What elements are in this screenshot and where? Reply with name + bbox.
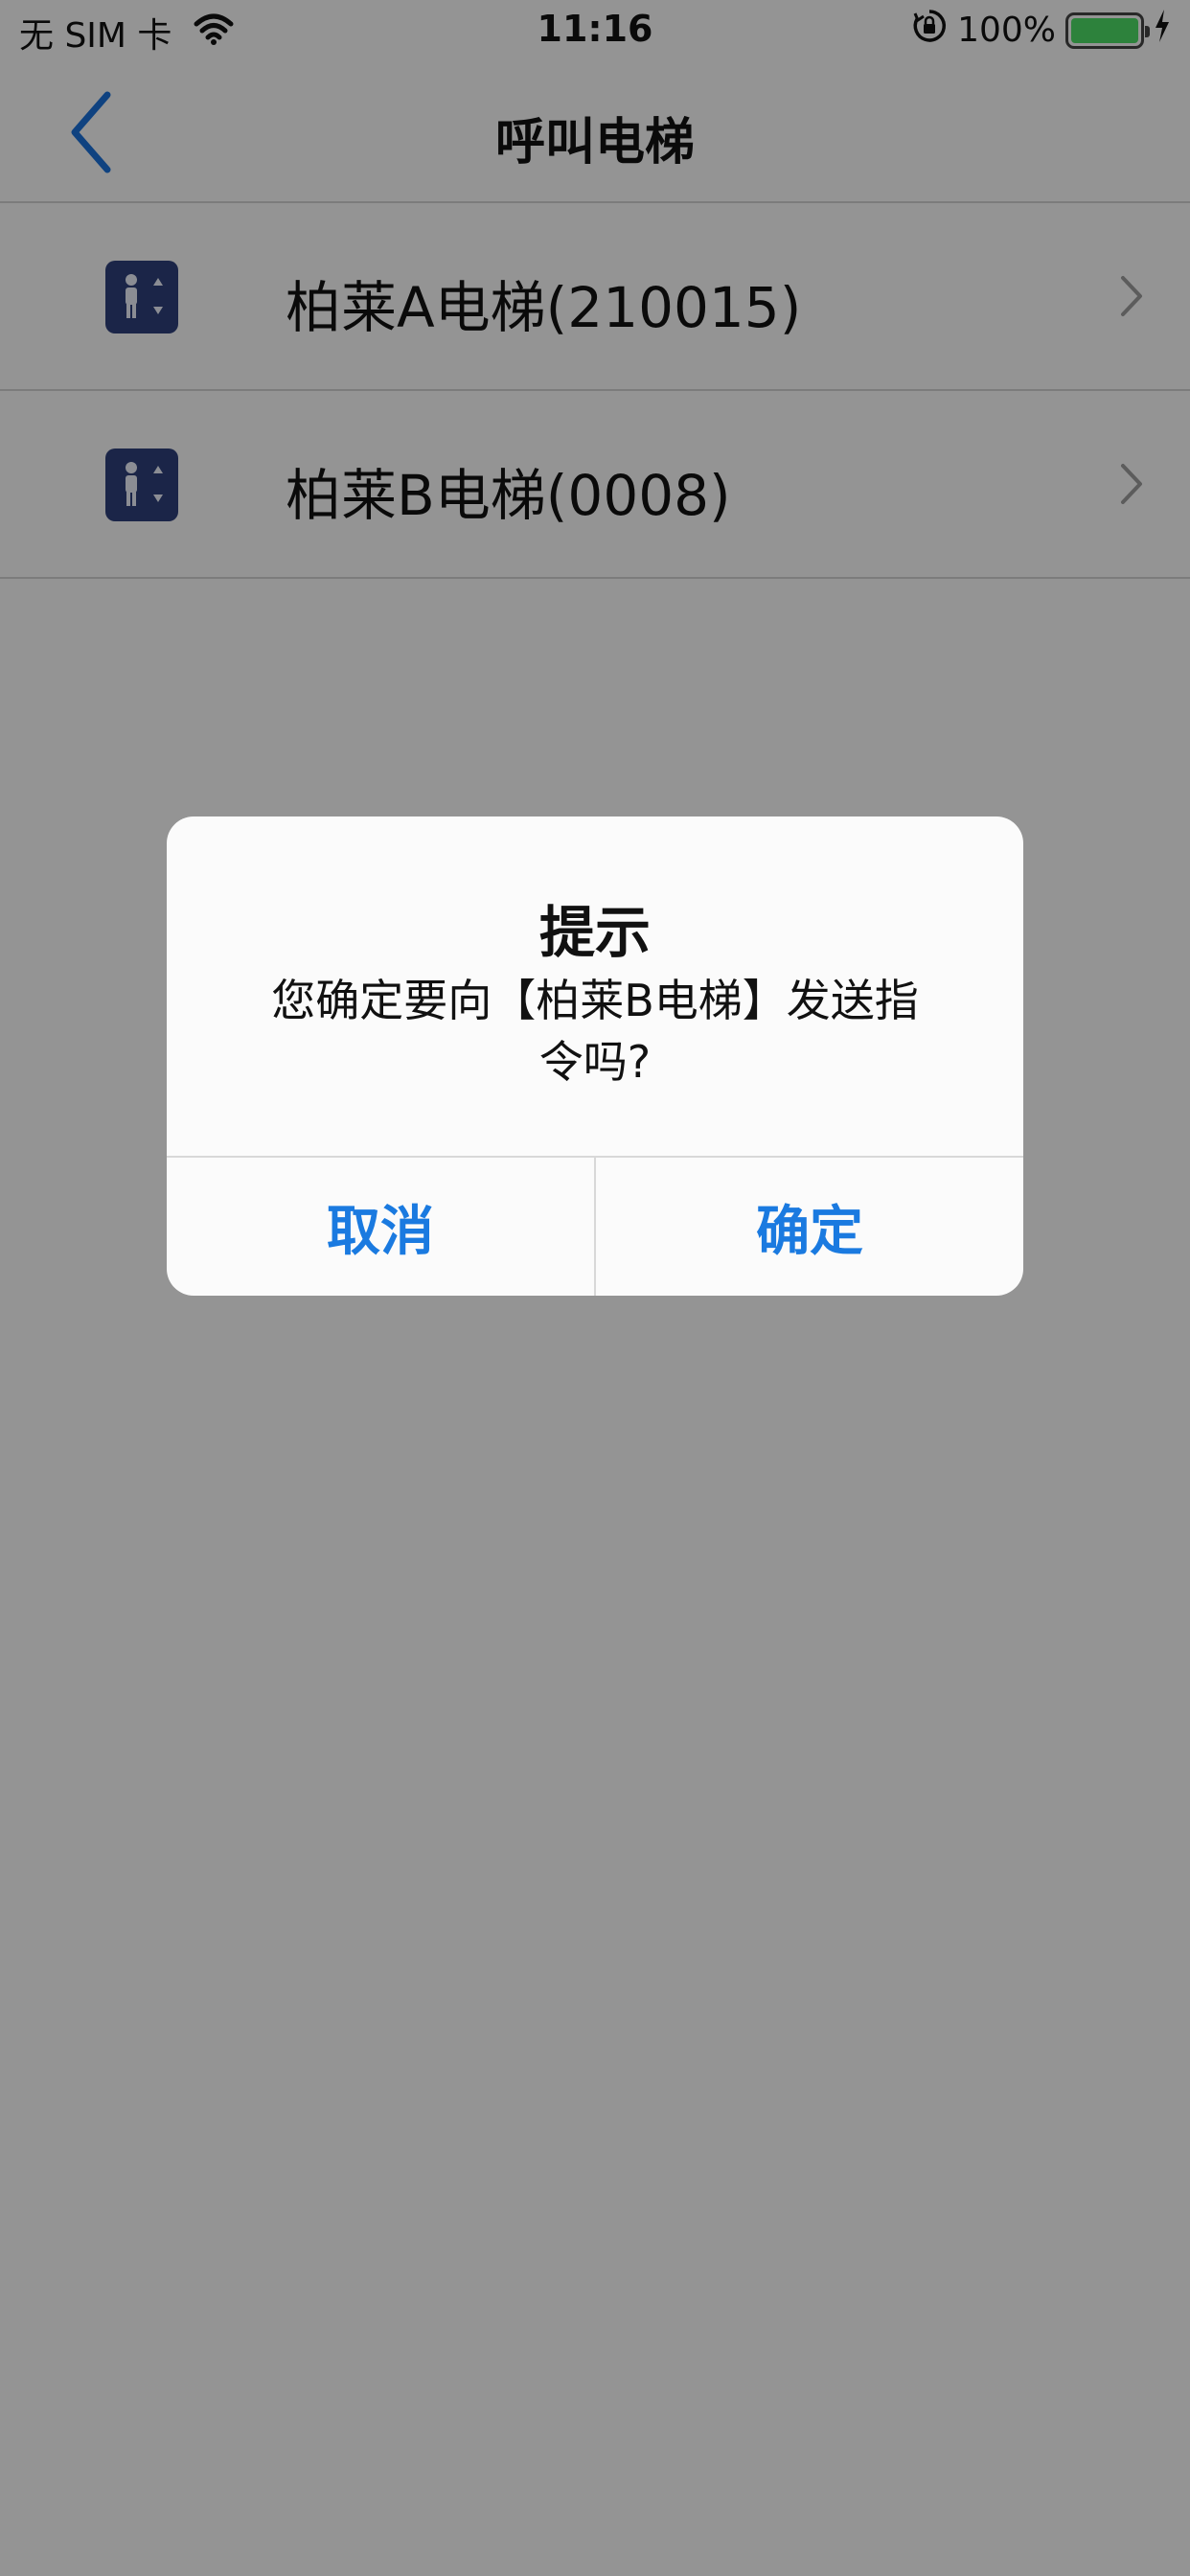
alert-title: 提示 xyxy=(538,900,651,965)
alert-message-line-1: 您确定要向【柏莱B电梯】发送指 xyxy=(271,975,919,1026)
confirm-button[interactable]: 确定 xyxy=(596,1158,1023,1296)
alert-message-line-2: 令吗? xyxy=(538,1036,652,1088)
screen: 无 SIM 卡 11:16 100% 呼叫电梯 柏莱A电梯(210015) 柏莱… xyxy=(0,0,1190,2576)
cancel-button[interactable]: 取消 xyxy=(167,1158,594,1296)
alert-message: 您确定要向【柏莱B电梯】发送指 令吗? xyxy=(224,970,966,1092)
alert-dialog: 提示 您确定要向【柏莱B电梯】发送指 令吗? 取消 确定 xyxy=(167,816,1023,1296)
